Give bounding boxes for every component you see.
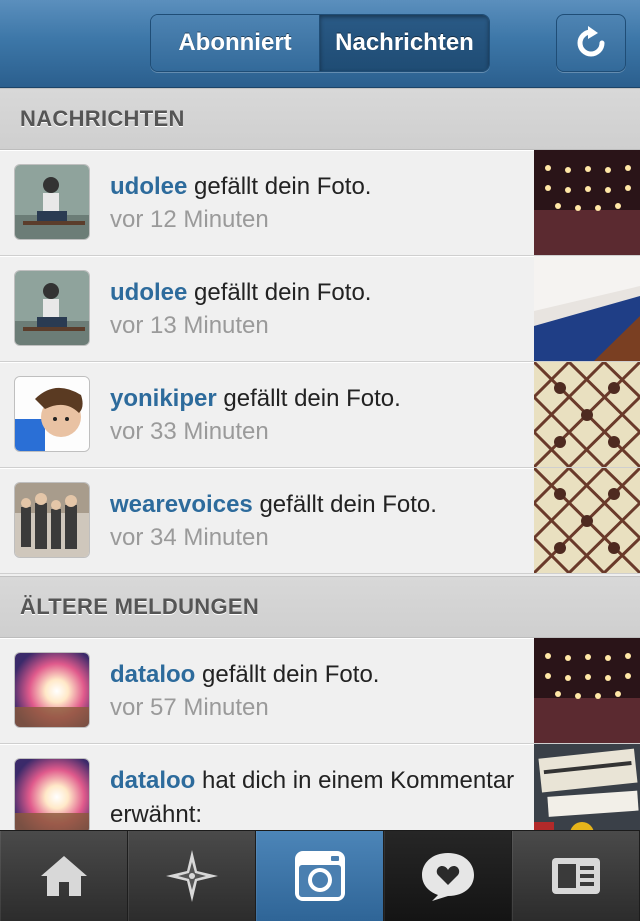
timestamp: vor 57 Minuten [110,694,269,721]
section-header-nachrichten: NACHRICHTEN [0,88,640,150]
bottom-tab-bar [0,830,640,921]
notification-text: udolee gefällt dein Foto. [110,276,530,310]
action-text: gefällt dein Foto. [259,491,437,518]
notification-text: yonikiper gefällt dein Foto. [110,382,530,416]
notification-text: wearevoices gefällt dein Foto. [110,488,530,522]
tab-profile[interactable] [512,831,640,921]
timestamp: vor 34 Minuten [110,524,269,551]
action-text: gefällt dein Foto. [194,173,372,200]
action-text: gefällt dein Foto. [194,279,372,306]
top-navigation-bar: Abonniert Nachrichten [0,0,640,88]
explore-icon [165,850,218,902]
timestamp: vor 33 Minuten [110,418,269,445]
notification-text: udolee gefällt dein Foto. [110,170,530,204]
username-link[interactable]: wearevoices [110,491,253,518]
refresh-button[interactable] [556,14,626,72]
username-link[interactable]: udolee [110,279,187,306]
tab-news[interactable] [384,831,512,921]
photo-thumbnail[interactable] [534,638,640,743]
timestamp: vor 13 Minuten [110,312,269,339]
notification-row[interactable]: udolee gefällt dein Foto. vor 12 Minuten [0,150,640,256]
profile-icon [551,858,600,894]
notification-row[interactable]: wearevoices gefällt dein Foto. vor 34 Mi… [0,468,640,574]
notification-text: dataloo hat dich in einem Kommentar erwä… [110,764,530,832]
tab-nachrichten[interactable]: Nachrichten [320,15,489,71]
photo-thumbnail[interactable] [534,468,640,573]
username-link[interactable]: yonikiper [110,385,217,412]
photo-thumbnail[interactable] [534,362,640,467]
action-text: gefällt dein Foto. [202,661,380,688]
tab-home[interactable] [0,831,128,921]
home-icon [40,856,87,896]
avatar[interactable] [14,270,90,346]
feed-segmented-control: Abonniert Nachrichten [150,14,490,72]
avatar[interactable] [14,164,90,240]
refresh-icon [577,26,605,57]
tab-explore[interactable] [128,831,256,921]
avatar[interactable] [14,376,90,452]
username-link[interactable]: dataloo [110,661,195,688]
news-icon [421,853,474,901]
action-text: gefällt dein Foto. [223,385,401,412]
tab-abonniert[interactable]: Abonniert [151,15,320,71]
username-link[interactable]: dataloo [110,767,195,794]
timestamp: vor 12 Minuten [110,206,269,233]
avatar[interactable] [14,482,90,558]
notification-row[interactable]: yonikiper gefällt dein Foto. vor 33 Minu… [0,362,640,468]
avatar[interactable] [14,652,90,728]
photo-thumbnail[interactable] [534,150,640,255]
camera-icon [294,851,345,901]
notification-row[interactable]: dataloo gefällt dein Foto. vor 57 Minute… [0,638,640,744]
tab-camera[interactable] [256,831,384,921]
photo-thumbnail[interactable] [534,256,640,361]
notification-row[interactable]: udolee gefällt dein Foto. vor 13 Minuten [0,256,640,362]
section-header-aeltere-meldungen: ÄLTERE MELDUNGEN [0,576,640,638]
username-link[interactable]: udolee [110,173,187,200]
notification-text: dataloo gefällt dein Foto. [110,658,530,692]
avatar[interactable] [14,758,90,834]
